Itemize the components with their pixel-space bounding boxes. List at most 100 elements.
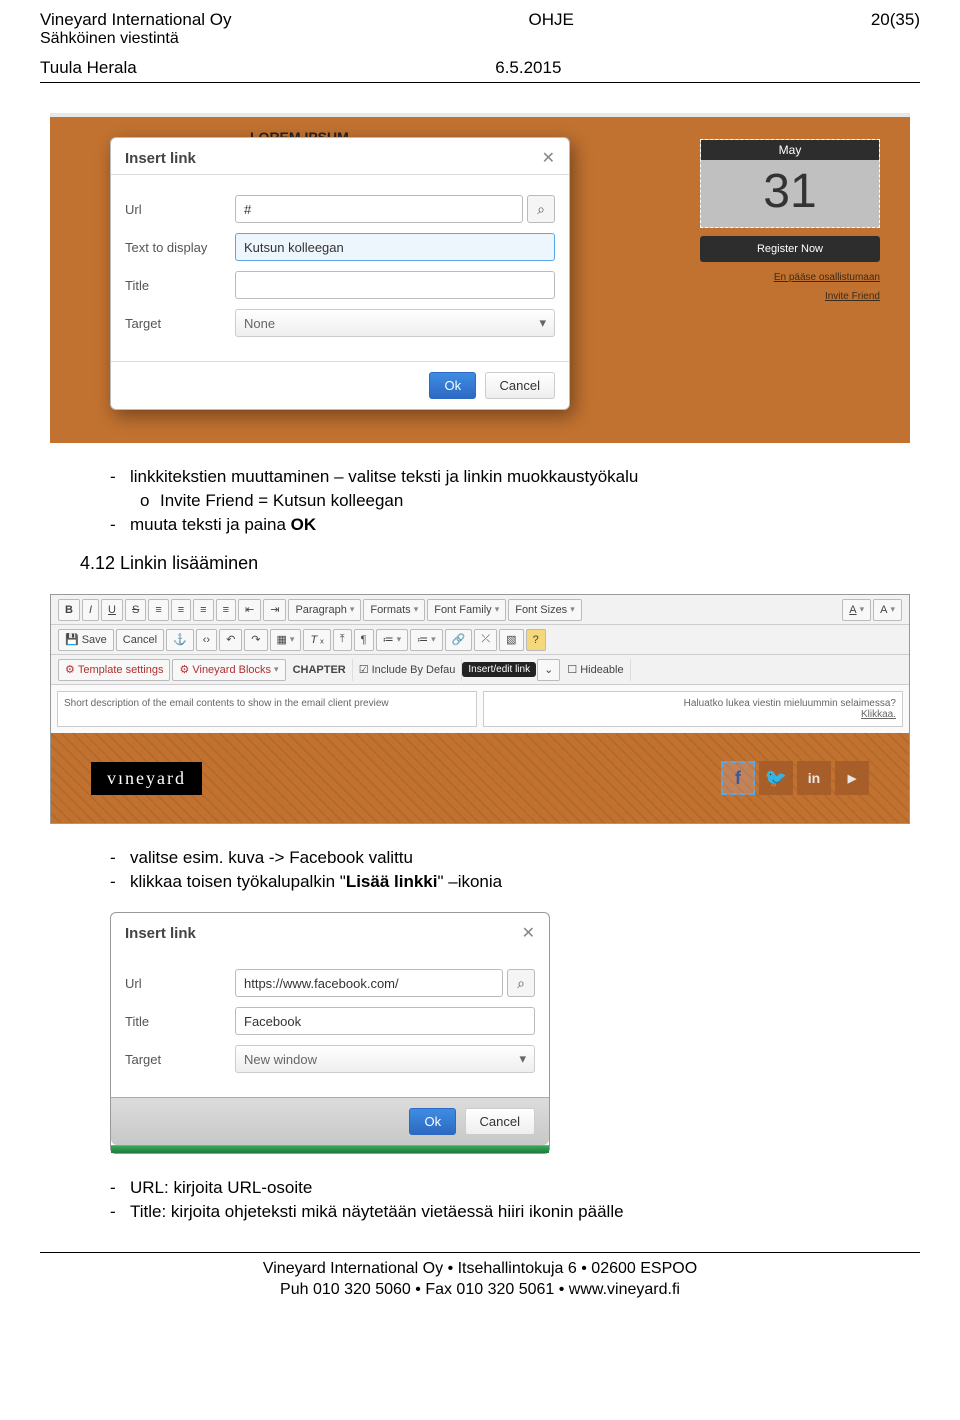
cancel-button[interactable]: Cancel bbox=[485, 372, 555, 399]
anchor-icon[interactable]: ⚓ bbox=[166, 629, 194, 651]
target-label: Target bbox=[125, 1052, 235, 1067]
insert-link-modal: Insert link ✕ Url ⌕ Text to display Titl… bbox=[110, 137, 570, 410]
align-left-icon[interactable]: ≡ bbox=[148, 599, 168, 621]
target-label: Target bbox=[125, 316, 235, 331]
font-sizes-select[interactable]: Font Sizes bbox=[508, 599, 582, 621]
screenshot-insert-link-facebook: Insert link ✕ Url ⌕ Title Target New win… bbox=[110, 912, 550, 1154]
strike-button[interactable]: S bbox=[125, 599, 146, 621]
day-number: 31 bbox=[701, 160, 879, 227]
code-icon[interactable]: ‹› bbox=[196, 629, 217, 651]
underline-button[interactable]: U bbox=[101, 599, 123, 621]
table-icon[interactable]: ▦ bbox=[270, 629, 302, 651]
footer-line2: Puh 010 320 5060 • Fax 010 320 5061 • ww… bbox=[40, 1280, 920, 1301]
undo-icon[interactable]: ↶ bbox=[219, 629, 242, 651]
toolbar-row-2: 💾 Save Cancel ⚓ ‹› ↶ ↷ ▦ Tₓ ⤒ ¶ ≔ ≔ 🔗 ⤫ … bbox=[51, 625, 909, 655]
upload-icon[interactable]: ⤒ bbox=[333, 629, 352, 651]
outdent-icon[interactable]: ⇤ bbox=[238, 599, 261, 621]
cancel-button[interactable]: Cancel bbox=[116, 629, 164, 651]
chapter-label: CHAPTER bbox=[287, 659, 353, 681]
list-item: URL: kirjoita URL-osoite bbox=[110, 1178, 920, 1198]
align-right-icon[interactable]: ≡ bbox=[193, 599, 213, 621]
preview-left-cell: Short description of the email contents … bbox=[57, 691, 477, 727]
indent-icon[interactable]: ⇥ bbox=[263, 599, 286, 621]
link-icon[interactable]: 🔗 bbox=[445, 629, 473, 651]
header-page: 20(35) bbox=[871, 10, 920, 30]
align-justify-icon[interactable]: ≡ bbox=[216, 599, 236, 621]
ok-button[interactable]: Ok bbox=[429, 372, 476, 399]
header-subtitle: Sähköinen viestintä bbox=[40, 30, 920, 48]
list-item: linkkitekstien muuttaminen – valitse tek… bbox=[110, 467, 920, 487]
header-date: 6.5.2015 bbox=[495, 58, 561, 78]
screenshot-editor-toolbar: B I U S ≡ ≡ ≡ ≡ ⇤ ⇥ Paragraph Formats Fo… bbox=[50, 594, 910, 824]
strip bbox=[111, 1145, 549, 1153]
dropdown-icon[interactable]: ⌄ bbox=[537, 659, 560, 681]
text-color-button[interactable]: A bbox=[842, 599, 871, 621]
chevron-down-icon: ▾ bbox=[539, 315, 546, 331]
clear-format-icon[interactable]: Tₓ bbox=[303, 629, 330, 651]
browse-icon[interactable]: ⌕ bbox=[527, 195, 555, 223]
linkedin-icon[interactable]: in bbox=[797, 761, 831, 795]
list-sub-item: Invite Friend = Kutsun kolleegan bbox=[110, 491, 920, 511]
header-author: Tuula Herala bbox=[40, 58, 137, 78]
hideable-checkbox[interactable]: ☐ Hideable bbox=[561, 659, 630, 681]
logo-social-band: vıneyard f 🐦 in ▶ bbox=[51, 733, 909, 823]
font-family-select[interactable]: Font Family bbox=[427, 599, 506, 621]
close-icon[interactable]: ✕ bbox=[522, 923, 535, 943]
footer-line1: Vineyard International Oy • Itsehallinto… bbox=[40, 1259, 920, 1280]
include-by-default-checkbox[interactable]: ☑ Include By Defau bbox=[353, 659, 463, 681]
url-input[interactable] bbox=[235, 195, 523, 223]
twitter-icon[interactable]: 🐦 bbox=[759, 761, 793, 795]
target-select[interactable]: New window ▾ bbox=[235, 1045, 535, 1073]
numbered-list-icon[interactable]: ≔ bbox=[410, 629, 443, 651]
list-item: muuta teksti ja paina OK bbox=[110, 515, 920, 535]
title-input[interactable] bbox=[235, 1007, 535, 1035]
save-button[interactable]: 💾 Save bbox=[58, 629, 114, 651]
facebook-icon[interactable]: f bbox=[721, 761, 755, 795]
url-label: Url bbox=[125, 202, 235, 217]
redo-icon[interactable]: ↷ bbox=[244, 629, 267, 651]
section-heading: 4.12 Linkin lisääminen bbox=[80, 553, 920, 574]
preview-right-cell: Haluatko lukea viestin mieluummin selaim… bbox=[483, 691, 903, 727]
bullet-list-icon[interactable]: ≔ bbox=[376, 629, 409, 651]
url-input[interactable] bbox=[235, 969, 503, 997]
text-to-display-label: Text to display bbox=[125, 240, 235, 255]
ok-button[interactable]: Ok bbox=[409, 1108, 456, 1135]
instruction-list-3: URL: kirjoita URL-osoite Title: kirjoita… bbox=[40, 1178, 920, 1222]
modal-title: Insert link bbox=[125, 925, 196, 942]
align-center-icon[interactable]: ≡ bbox=[171, 599, 191, 621]
instruction-list-1: linkkitekstien muuttaminen – valitse tek… bbox=[40, 467, 920, 535]
screenshot-insert-link-dialog: LOREM IPSUM Insert link ✕ Url ⌕ Text to … bbox=[50, 113, 910, 443]
help-icon[interactable]: ? bbox=[526, 629, 546, 651]
unlink-icon[interactable]: ⤫ bbox=[474, 629, 497, 651]
modal-title: Insert link bbox=[125, 150, 196, 167]
instruction-list-2: valitse esim. kuva -> Facebook valittu k… bbox=[40, 848, 920, 892]
vineyard-blocks-button[interactable]: ⚙ Vineyard Blocks bbox=[172, 659, 285, 681]
title-label: Title bbox=[125, 1014, 235, 1029]
bold-button[interactable]: B bbox=[58, 599, 80, 621]
register-now-button[interactable]: Register Now bbox=[700, 236, 880, 262]
vineyard-logo: vıneyard bbox=[91, 762, 202, 795]
browse-icon[interactable]: ⌕ bbox=[507, 969, 535, 997]
pilcrow-icon[interactable]: ¶ bbox=[354, 629, 374, 651]
side-link-invite[interactable]: Invite Friend bbox=[700, 291, 880, 302]
side-link-1[interactable]: En pääse osallistumaan bbox=[700, 272, 880, 283]
formats-select[interactable]: Formats bbox=[363, 599, 425, 621]
cancel-button[interactable]: Cancel bbox=[465, 1108, 535, 1135]
url-label: Url bbox=[125, 976, 235, 991]
youtube-icon[interactable]: ▶ bbox=[835, 761, 869, 795]
list-item: Title: kirjoita ohjeteksti mikä näytetää… bbox=[110, 1202, 920, 1222]
target-select[interactable]: None ▾ bbox=[235, 309, 555, 337]
list-item: valitse esim. kuva -> Facebook valittu bbox=[110, 848, 920, 868]
close-icon[interactable]: ✕ bbox=[542, 148, 555, 168]
template-settings-button[interactable]: ⚙ Template settings bbox=[58, 659, 170, 681]
image-icon[interactable]: ▧ bbox=[499, 629, 523, 651]
month-label: May bbox=[701, 140, 879, 160]
header-company: Vineyard International Oy bbox=[40, 10, 232, 30]
title-input[interactable] bbox=[235, 271, 555, 299]
italic-button[interactable]: I bbox=[82, 599, 99, 621]
toolbar-row-3: ⚙ Template settings ⚙ Vineyard Blocks CH… bbox=[51, 655, 909, 685]
paragraph-select[interactable]: Paragraph bbox=[288, 599, 361, 621]
text-to-display-input[interactable] bbox=[235, 233, 555, 261]
bg-color-button[interactable]: A bbox=[873, 599, 902, 621]
title-label: Title bbox=[125, 278, 235, 293]
